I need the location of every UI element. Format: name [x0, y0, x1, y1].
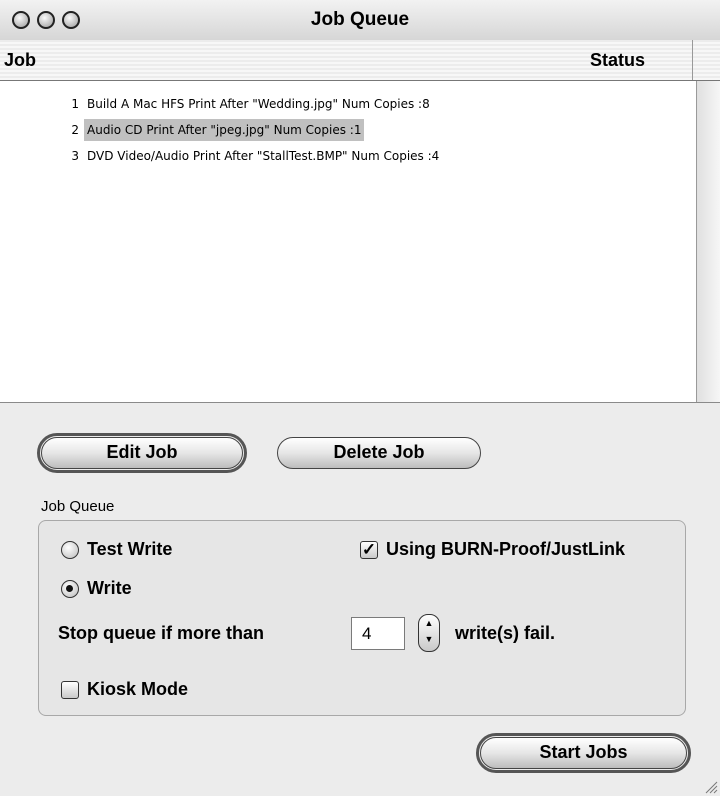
- start-jobs-button[interactable]: Start Jobs: [476, 733, 691, 773]
- title-bar: Job Queue: [0, 0, 720, 41]
- burn-proof-checkbox[interactable]: ✓: [360, 541, 378, 559]
- column-divider: [692, 40, 693, 80]
- job-index: 3: [71, 149, 79, 163]
- stop-queue-label: Stop queue if more than: [58, 623, 265, 643]
- job-description: DVD Video/Audio Print After "StallTest.B…: [87, 149, 440, 163]
- test-write-label[interactable]: Test Write: [87, 539, 172, 560]
- job-description: Build A Mac HFS Print After "Wedding.jpg…: [87, 97, 430, 111]
- job-list[interactable]: 1 Build A Mac HFS Print After "Wedding.j…: [0, 81, 696, 402]
- kiosk-mode-label[interactable]: Kiosk Mode: [87, 679, 188, 700]
- resize-grip-icon[interactable]: [700, 778, 718, 794]
- write-label[interactable]: Write: [87, 578, 132, 599]
- kiosk-mode-checkbox[interactable]: [61, 681, 79, 699]
- stepper-up-icon[interactable]: ▲: [419, 615, 439, 631]
- write-radio[interactable]: [61, 580, 79, 598]
- job-queue-group-label: Job Queue: [41, 498, 115, 515]
- fail-count-field[interactable]: 4: [351, 617, 405, 650]
- burn-proof-label[interactable]: Using BURN-Proof/JustLink: [386, 539, 625, 560]
- write-fail-label: write(s) fail.: [455, 623, 556, 643]
- vertical-scrollbar[interactable]: [696, 81, 720, 402]
- column-header-status[interactable]: Status: [590, 50, 645, 71]
- edit-job-button[interactable]: Edit Job: [37, 433, 247, 473]
- stepper-down-icon[interactable]: ▼: [419, 631, 439, 647]
- job-description: Audio CD Print After "jpeg.jpg" Num Copi…: [84, 119, 365, 141]
- delete-job-button[interactable]: Delete Job: [277, 437, 481, 469]
- window-title: Job Queue: [310, 9, 410, 30]
- job-index: 1: [71, 97, 79, 111]
- job-index: 2: [71, 123, 79, 137]
- column-header-job[interactable]: Job: [4, 50, 36, 71]
- test-write-radio[interactable]: [61, 541, 79, 559]
- fail-count-stepper[interactable]: ▲ ▼: [418, 614, 440, 652]
- column-header: Job Status: [0, 40, 720, 81]
